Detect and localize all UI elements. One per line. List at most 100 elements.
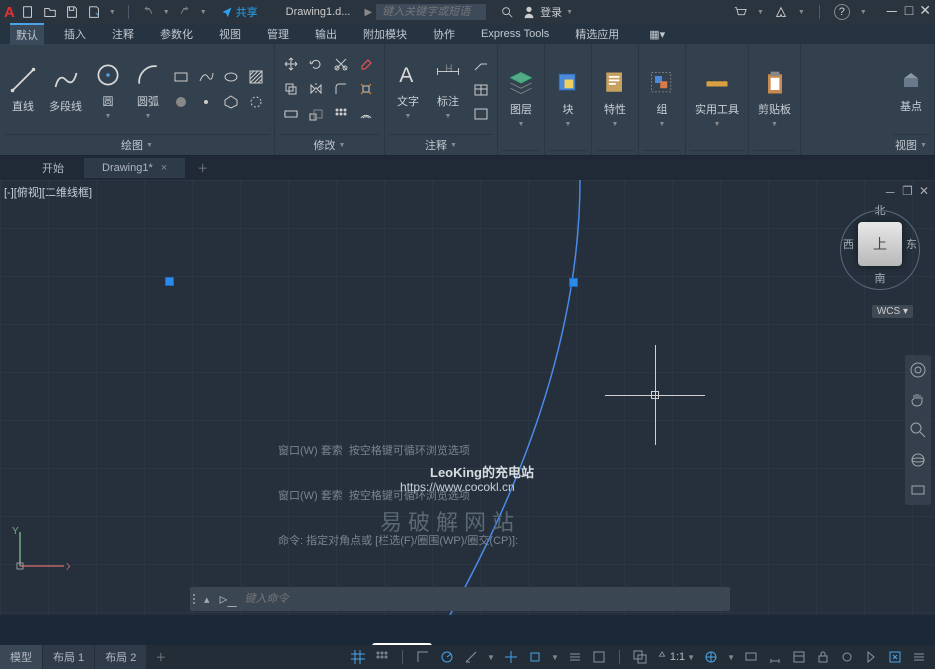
undo-icon[interactable] [141,5,155,19]
tab-annotate[interactable]: 注释 [106,24,140,44]
add-layout-button[interactable]: ＋ [147,645,174,669]
otrack-toggle-icon[interactable] [527,649,543,665]
qat-dropdown[interactable]: ▼ [109,9,116,16]
open-icon[interactable] [43,5,57,19]
add-tab-button[interactable]: ＋ [187,156,218,180]
tab-start[interactable]: 开始 [24,156,82,180]
maximize-button[interactable]: □ [905,2,913,22]
lineweight-icon[interactable] [567,649,583,665]
erase-icon[interactable] [356,54,376,74]
rotate-icon[interactable] [306,54,326,74]
search-dropdown-icon[interactable]: ▶ [364,7,372,18]
quickprops-icon[interactable] [791,649,807,665]
layout1-tab[interactable]: 布局 1 [43,645,94,669]
tab-featured[interactable]: 精选应用 [569,24,625,44]
basepoint-button[interactable]: 基点 [894,64,928,116]
new-icon[interactable] [21,5,35,19]
trim-icon[interactable] [331,54,351,74]
table-icon[interactable] [471,80,491,100]
polyline-button[interactable]: 多段线 [46,64,85,116]
drawing-canvas[interactable]: [-][俯视][二维线框] － ❐ ✕ 北 西上东 南 WCS ▾ Y X 易破… [0,180,935,615]
command-input[interactable] [240,589,730,609]
share-button[interactable]: 共享 [221,4,258,20]
command-line[interactable]: ▴ ▹_ [190,587,730,611]
ellipse-icon[interactable] [221,67,241,87]
tab-view[interactable]: 视图 [213,24,247,44]
tab-manage[interactable]: 管理 [261,24,295,44]
arc-button[interactable]: 圆弧▼ [131,59,165,122]
dimension-button[interactable]: ├┤标注▼ [431,59,465,122]
view-cube[interactable]: 北 西上东 南 [843,202,917,286]
array-icon[interactable] [331,104,351,124]
wcs-badge[interactable]: WCS ▾ [872,305,913,318]
tab-default[interactable]: 默认 [10,23,44,45]
pan-icon[interactable] [909,391,927,409]
tab-parametric[interactable]: 参数化 [154,24,199,44]
workspace-icon[interactable] [703,649,719,665]
osnap-toggle-icon[interactable] [503,649,519,665]
wheel-icon[interactable] [909,361,927,379]
region-icon[interactable] [171,92,191,112]
customize-icon[interactable] [911,649,927,665]
snap-toggle-icon[interactable] [374,649,390,665]
help-icon[interactable]: ? [834,4,850,20]
cmdline-grip-icon[interactable] [190,594,198,604]
tab-output[interactable]: 输出 [309,24,343,44]
copy-icon[interactable] [281,79,301,99]
revcloud-icon[interactable] [246,92,266,112]
tab-app-icon[interactable]: ▦▾ [649,28,665,41]
close-tab-icon[interactable]: × [161,162,167,174]
text-button[interactable]: A文字▼ [391,59,425,122]
fillet-icon[interactable] [331,79,351,99]
scale-icon[interactable] [306,104,326,124]
tab-express[interactable]: Express Tools [475,26,555,42]
spline-icon[interactable] [196,67,216,87]
block-button[interactable]: 块▼ [551,67,585,130]
utilities-button[interactable]: 实用工具▼ [692,67,742,130]
layers-button[interactable]: 图层▼ [504,67,538,130]
line-button[interactable]: 直线 [6,64,40,116]
properties-button[interactable]: 特性▼ [598,67,632,130]
annotation-scale[interactable]: 1:1▼ [656,651,695,663]
point-icon[interactable] [196,92,216,112]
clipboard-button[interactable]: 剪贴板▼ [755,67,794,130]
zoom-icon[interactable] [909,421,927,439]
grip-point[interactable] [569,278,578,287]
grid-toggle-icon[interactable] [350,649,366,665]
annotation-monitor-icon[interactable] [743,649,759,665]
save-icon[interactable] [65,5,79,19]
leader-icon[interactable] [471,56,491,76]
tab-insert[interactable]: 插入 [58,24,92,44]
search-input[interactable] [376,4,486,20]
cart-icon[interactable] [733,5,747,19]
minimize-button[interactable]: － [885,2,899,22]
transparency-icon[interactable] [591,649,607,665]
autodesk-icon[interactable] [774,5,788,19]
tab-addins[interactable]: 附加模块 [357,24,413,44]
layout2-tab[interactable]: 布局 2 [95,645,146,669]
showmotion-icon[interactable] [909,481,927,499]
isolate-icon[interactable] [839,649,855,665]
orbit-icon[interactable] [909,451,927,469]
redo-icon[interactable] [178,5,192,19]
mirror-icon[interactable] [306,79,326,99]
group-button[interactable]: 组▼ [645,67,679,130]
grip-point[interactable] [165,277,174,286]
stretch-icon[interactable] [281,104,301,124]
mtext-icon[interactable] [471,104,491,124]
lock-ui-icon[interactable] [815,649,831,665]
hatch-icon[interactable] [246,67,266,87]
close-button[interactable]: ✕ [919,2,931,22]
search-icon[interactable] [500,5,514,19]
offset-icon[interactable] [356,104,376,124]
polar-toggle-icon[interactable] [439,649,455,665]
cmdline-history-icon[interactable]: ▴ [198,593,216,606]
hardware-accel-icon[interactable] [863,649,879,665]
move-icon[interactable] [281,54,301,74]
polygon-icon[interactable] [221,92,241,112]
ortho-toggle-icon[interactable] [415,649,431,665]
selection-cycling-icon[interactable] [632,649,648,665]
isodraft-icon[interactable] [463,649,479,665]
units-icon[interactable] [767,649,783,665]
tab-collab[interactable]: 协作 [427,24,461,44]
